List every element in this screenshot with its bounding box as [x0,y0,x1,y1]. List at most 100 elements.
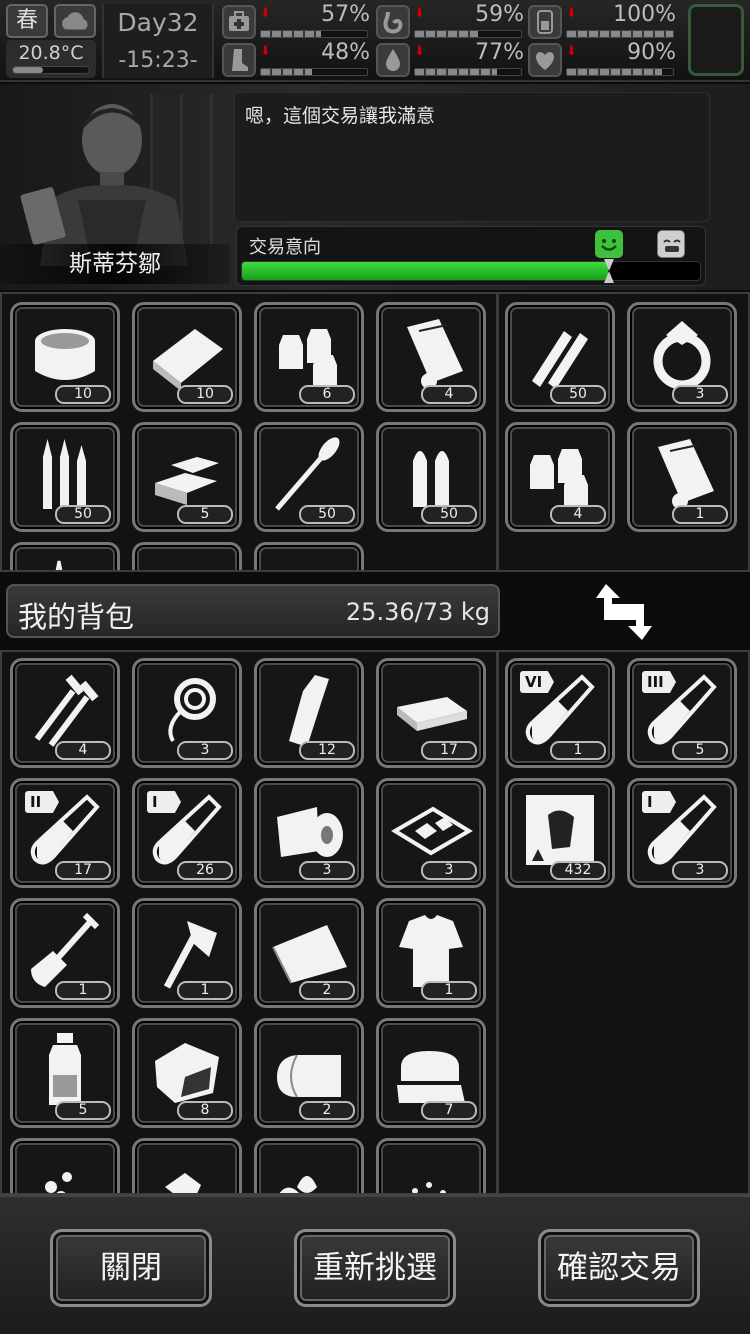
inventory-slot[interactable]: III 5 [627,658,737,768]
unknown-item-icon [145,551,229,572]
tier-badge: VI [520,671,554,693]
inventory-slot[interactable] [376,1138,486,1193]
item-quantity: 50 [299,505,355,524]
inventory-slot[interactable]: 4 [10,658,120,768]
inventory-slot[interactable]: 8 [132,1018,242,1128]
inventory-slot[interactable]: 1 [132,898,242,1008]
arrows-icon [55,560,63,570]
item-quantity: 1 [177,981,233,1000]
stat-mood: ⬇ 90% [528,40,678,78]
rope-icon [168,678,216,742]
inventory-slot[interactable]: 1 [627,422,737,532]
rpg-rocket-icon [275,437,340,511]
merchant-offer-grid: 50 3 4 1 [497,292,750,572]
stat-value: 90% [627,40,676,65]
inventory-slot[interactable]: 3 [376,778,486,888]
inventory-slot[interactable] [132,1138,242,1193]
equipment-slot[interactable] [688,4,744,76]
status-bar: 春 20.8°C Day32 -15:23- ⬇ 57% ⬇ 59% ⬇ 100… [0,0,750,82]
item-quantity: 7 [421,1101,477,1120]
temperature-value: 20.8°C [18,42,84,64]
item-quantity: 1 [550,741,606,760]
inventory-slot[interactable]: 4 [505,422,615,532]
inventory-slot[interactable]: 12 [254,658,364,768]
inventory-slot[interactable] [10,542,120,570]
inventory-slot[interactable]: 2 [254,898,364,1008]
rifle-bullets-icon [532,331,588,389]
inventory-slot[interactable]: VI 1 [505,658,615,768]
item-quantity: 3 [299,861,355,880]
inventory-slot[interactable]: I3 [627,778,737,888]
item-quantity: 10 [55,385,111,404]
inventory-slot[interactable]: 50 [376,422,486,532]
inventory-slot[interactable]: 4 [376,302,486,412]
swap-arrows-icon[interactable] [594,580,654,644]
inventory-slot[interactable]: 6 [254,302,364,412]
inventory-slot[interactable]: 5 [10,1018,120,1128]
inventory-slot[interactable]: 50 [10,422,120,532]
item-quantity: 5 [55,1101,111,1120]
stat-value: 100% [613,2,676,27]
item-quantity: 4 [550,505,606,524]
inventory-slot[interactable] [254,542,364,570]
item-quantity: 2 [299,981,355,1000]
inventory-slot[interactable] [254,1138,364,1193]
inventory-slot[interactable]: 2 [254,1018,364,1128]
stomach-icon [376,5,410,39]
backpack-title: 我的背包 [18,600,135,634]
item-quantity: 10 [177,385,233,404]
item-quantity: 17 [55,861,111,880]
tier-badge: I [642,791,676,813]
item-quantity: 5 [672,741,728,760]
bread-icon [153,329,223,391]
item-quantity: 3 [177,741,233,760]
item-quantity: 1 [421,981,477,1000]
inventory-slot[interactable]: 1 [10,898,120,1008]
stat-bar [414,30,522,38]
inventory-slot[interactable]: 3 [254,778,364,888]
season-indicator: 春 [6,4,48,38]
inventory-slot[interactable]: 10 [132,302,242,412]
leaves-icon [279,1176,317,1193]
merchant-inventory-grid: 10 10 6 4 50 5 50 50 [0,292,498,572]
inventory-slot[interactable]: 1 [376,898,486,1008]
day-clock: Day32 -15:23- [102,4,214,78]
confirm-trade-button[interactable]: 確認交易 [538,1229,700,1307]
trade-screen: 春 20.8°C Day32 -15:23- ⬇ 57% ⬇ 59% ⬇ 100… [0,0,750,1334]
close-button[interactable]: 關閉 [50,1229,212,1307]
item-quantity: 50 [550,385,606,404]
happy-face-icon [595,230,623,258]
inventory-slot[interactable]: 5 [132,422,242,532]
inventory-slot[interactable]: I 26 [132,778,242,888]
inventory-slot[interactable]: 50 [505,302,615,412]
pistol-ammo-icon [413,451,449,507]
inventory-slot[interactable]: 10 [10,302,120,412]
item-quantity: 1 [672,505,728,524]
stat-hunger: ⬇ 59% [376,2,526,40]
npc-portrait [20,104,188,266]
inventory-slot[interactable]: 3 [627,302,737,412]
item-quantity: 50 [421,505,477,524]
grin-face-icon [657,230,685,258]
inventory-slot[interactable]: 17 [376,658,486,768]
cash-stack-icon [397,697,467,731]
battery-icon [528,5,562,39]
tier-badge: III [642,671,676,693]
tier-badge: I [147,791,181,813]
inventory-slot[interactable] [10,1138,120,1193]
item-quantity: 12 [299,741,355,760]
tier-badge: II [25,791,59,813]
backpack-header: 我的背包 25.36/73 kg [6,584,500,638]
inventory-slot[interactable]: 3 [132,658,242,768]
shovel-icon [31,912,100,987]
inventory-slot[interactable] [132,542,242,572]
inventory-slot[interactable]: 432 [505,778,615,888]
inventory-slot[interactable]: II 17 [10,778,120,888]
canned-food-icon [35,329,95,380]
towel-icon [277,1054,341,1098]
inventory-slot[interactable]: 7 [376,1018,486,1128]
item-quantity: 2 [299,1101,355,1120]
reselect-button[interactable]: 重新挑選 [294,1229,456,1307]
temperature-bar [12,66,90,74]
inventory-slot[interactable]: 50 [254,422,364,532]
